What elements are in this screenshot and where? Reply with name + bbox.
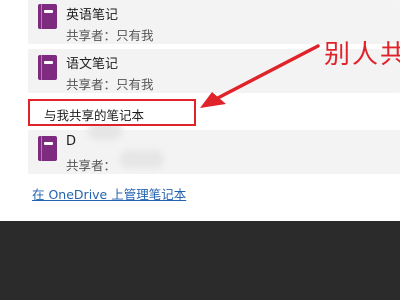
shared-notebook-item[interactable]: D 共享者：	[28, 130, 400, 174]
annotation-text: 别人共	[324, 40, 400, 70]
dark-background-area	[0, 221, 400, 300]
notebook-icon	[38, 55, 57, 80]
notebook-sharer: 共享者：	[66, 158, 117, 173]
notebook-sharer: 共享者：只有我	[66, 77, 154, 92]
notebook-sharer: 共享者：只有我	[66, 28, 154, 43]
notebook-icon	[38, 4, 57, 29]
manage-onedrive-link[interactable]: 在 OneDrive 上管理笔记本	[32, 184, 186, 203]
redacted-sharer-name	[120, 150, 164, 168]
notebook-icon	[38, 136, 57, 161]
notebook-title: D	[66, 134, 77, 149]
notebook-title: 语文笔记	[66, 57, 119, 72]
notebook-title: 英语笔记	[66, 8, 119, 23]
shared-with-me-section-header: 与我共享的笔记本	[28, 99, 196, 126]
section-label: 与我共享的笔记本	[44, 108, 145, 123]
